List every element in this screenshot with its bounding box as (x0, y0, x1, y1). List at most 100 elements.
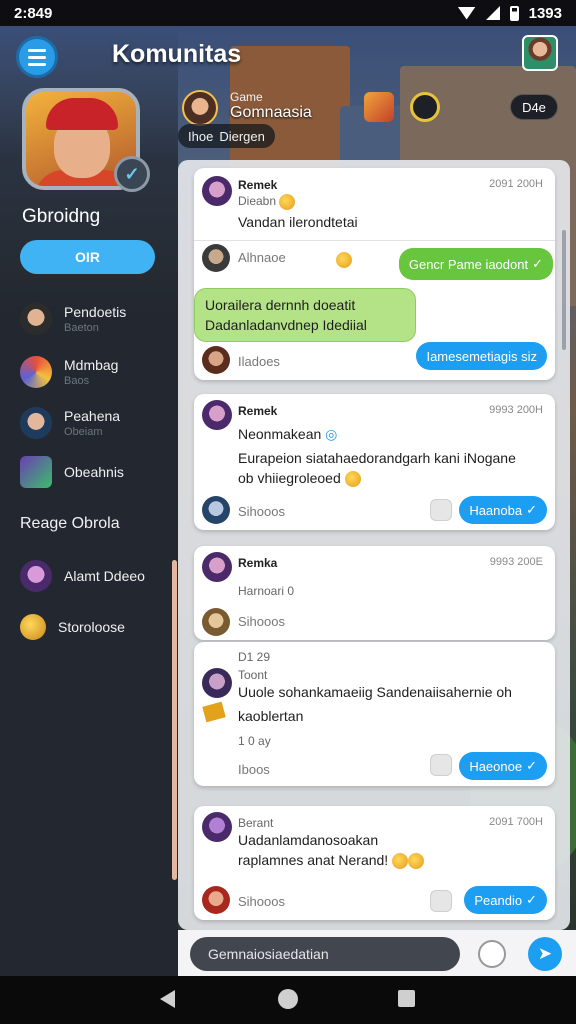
feed-scrollbar[interactable] (562, 230, 566, 350)
sidebar-item-avatar (20, 303, 52, 335)
post-avatar (202, 552, 232, 582)
emoji-picker-icon[interactable] (478, 940, 506, 968)
sidebar-item[interactable]: Obeahnis (20, 456, 124, 488)
post-text-line: ob vhiiegroleoed (238, 470, 361, 488)
emoji-icon (279, 194, 296, 210)
reply-foot-text: Iboos (238, 762, 270, 777)
page-title: Komunitas (112, 40, 242, 68)
sidebar-item[interactable]: Mdmbag Baos (20, 356, 118, 388)
send-button[interactable]: ➤ (528, 937, 562, 971)
post-text-line: raplamnes anat Nerand! (238, 852, 425, 870)
coin-badge-icon[interactable] (410, 92, 440, 122)
status-bar: 2:849 1393 (0, 0, 576, 26)
sidebar-item-label: Mdmbag (64, 357, 119, 373)
sidebar-item-avatar (20, 356, 52, 388)
post-subline: Dieabn (238, 194, 296, 210)
sidebar-section-label: Reage Obrola (20, 515, 120, 532)
message-input[interactable]: Gemnaiosiaedatian (190, 937, 460, 971)
sidebar-item-label: Storoloose (58, 619, 125, 635)
post-time: 2091 200H (489, 178, 543, 190)
emoji-icon (408, 853, 425, 870)
game-sub-pill: Ihoe Diergen (178, 124, 275, 148)
post-author: Berant (238, 816, 274, 830)
post-time: 2091 700H (489, 816, 543, 828)
game-label: Game (230, 90, 263, 104)
post-text-line: Eurapeion siatahaedorandgarh kani iNogan… (238, 450, 516, 466)
back-icon[interactable] (160, 990, 175, 1008)
home-icon[interactable] (278, 989, 298, 1009)
post-time: D1 29 (238, 650, 271, 664)
post-avatar (202, 176, 232, 206)
card-action-button[interactable]: Peandio ✓ (464, 886, 547, 914)
sidebar-item-label: Pendoetis (64, 304, 127, 320)
reply-author: Alhnaoe (238, 250, 286, 265)
sidebar-item[interactable]: Alamt Ddeeo (20, 560, 145, 592)
reply-bubble-green[interactable]: Gencr Pame iaodont ✓ (398, 248, 553, 280)
sidebar-item[interactable]: Pendoetis Baeton (20, 303, 126, 335)
post-time: 9993 200E (489, 556, 543, 568)
game-avatar[interactable] (182, 90, 218, 126)
post-text-line: kaoblertan (238, 708, 304, 724)
card-action-button[interactable]: Iamesemetiagis siz (416, 342, 547, 370)
post-avatar (202, 400, 232, 430)
post-card[interactable]: Remek 2091 200H Dieabn Vandan ilerondtet… (194, 168, 555, 380)
card-action-button[interactable]: Haeonoe ✓ (459, 752, 547, 780)
at-icon: ◎ (325, 426, 338, 442)
menu-button[interactable] (16, 36, 58, 78)
wifi-icon (457, 6, 476, 20)
coin-icon (20, 614, 46, 640)
profile-username: Gbroidng (22, 206, 101, 227)
reply-foot-text: Sihooos (238, 614, 285, 629)
sidebar-item-avatar (20, 560, 52, 592)
post-author: Remek (238, 178, 278, 192)
post-avatar (202, 668, 232, 698)
card-action-button[interactable]: Haanoba ✓ (459, 496, 547, 524)
status-clock: 1393 (528, 4, 562, 22)
reply-avatar (202, 346, 230, 374)
sidebar-item-sub: Obeiam (64, 426, 103, 438)
post-author: Toont (238, 668, 268, 682)
sidebar-item-label: Alamt Ddeeo (64, 568, 145, 584)
post-card[interactable]: Remek 9993 200H Neonmakean ◎ Eurapeion s… (194, 394, 555, 530)
battery-icon (509, 5, 519, 21)
user-avatar-button[interactable] (522, 35, 558, 71)
sidebar-item-label: Peahena (64, 408, 121, 424)
post-card[interactable]: D1 29 Toont Uuole sohankamaeiig Sandenai… (194, 642, 555, 786)
sidebar-item[interactable]: Peahena Obeiam (20, 407, 120, 439)
sidebar-item-sub: Baeton (64, 322, 99, 334)
game-title: Gomnaasia (230, 104, 312, 121)
post-text-line: 1 0 ay (238, 734, 271, 748)
post-text: Harnoari 0 (238, 584, 295, 598)
post-text-line: Uadanlamdanosoakan (238, 832, 379, 848)
post-text: Vandan ilerondtetai (238, 214, 358, 230)
recents-icon[interactable] (398, 990, 415, 1007)
gift-icon (202, 701, 226, 723)
game-pill[interactable]: D4e (510, 94, 558, 120)
reply-avatar (202, 244, 230, 272)
emoji-icon (336, 252, 352, 268)
sidebar-item-avatar (20, 456, 52, 488)
sidebar-item-avatar (20, 407, 52, 439)
profile-primary-button[interactable]: OIR (20, 240, 155, 274)
post-time: 9993 200H (489, 404, 543, 416)
reply-avatar (202, 608, 230, 636)
game-badge-icon[interactable] (364, 92, 394, 122)
emoji-icon (344, 471, 361, 488)
reply-avatar (202, 886, 230, 914)
post-text: Neonmakean ◎ (238, 426, 338, 442)
reaction-icon[interactable] (430, 499, 452, 521)
reply-foot-text: Sihooos (238, 504, 285, 519)
post-author: Remek (238, 404, 278, 418)
post-avatar (202, 812, 232, 842)
sidebar-item[interactable]: Storoloose (20, 614, 125, 640)
post-author: Remka (238, 556, 278, 570)
reaction-icon[interactable] (430, 754, 452, 776)
post-card[interactable]: Remka 9993 200E Harnoari 0 Sihooos (194, 546, 555, 640)
reply-foot-text: Sihooos (238, 894, 285, 909)
send-icon: ➤ (537, 944, 553, 963)
post-card[interactable]: Berant 2091 700H Uadanlamdanosoakan rapl… (194, 806, 555, 920)
reply-avatar (202, 496, 230, 524)
sidebar-scrollbar[interactable] (172, 560, 177, 880)
reaction-icon[interactable] (430, 890, 452, 912)
reply-foot-text: Iladoes (238, 354, 280, 369)
